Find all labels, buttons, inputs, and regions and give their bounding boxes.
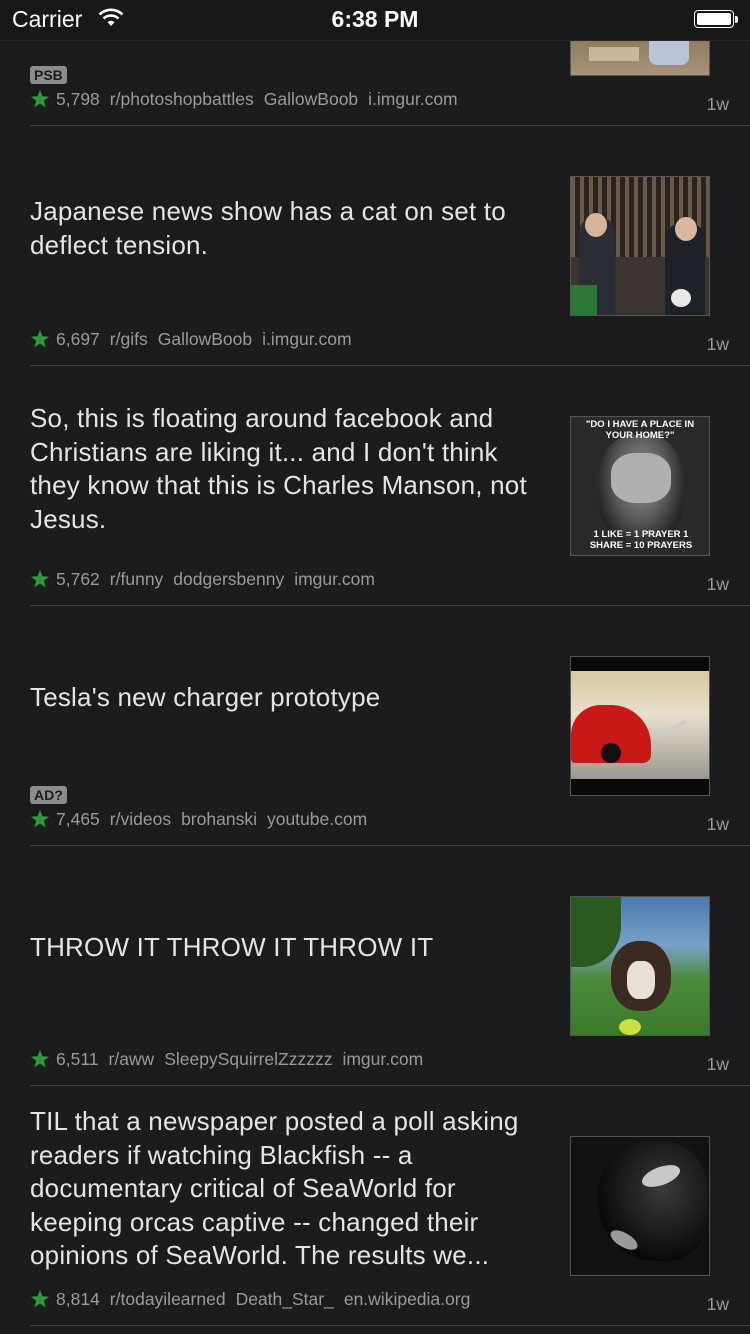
battery-icon <box>694 10 738 30</box>
post-item[interactable]: TIL that a newspaper posted a poll askin… <box>0 1086 750 1326</box>
post-domain: youtube.com <box>266 809 368 829</box>
post-thumbnail[interactable] <box>570 896 710 1036</box>
post-thumbnail[interactable] <box>570 176 710 316</box>
post-domain: imgur.com <box>294 569 375 589</box>
post-divider <box>30 1325 750 1326</box>
post-age: 1w <box>706 94 729 114</box>
post-author[interactable]: brohanski <box>181 809 257 829</box>
post-meta: 7,465 r/videos brohanski youtube.com <box>30 809 367 830</box>
post-meta: 6,697 r/gifs GallowBoob i.imgur.com <box>30 329 352 350</box>
post-title[interactable]: Japanese news show has a cat on set to d… <box>30 195 550 262</box>
post-subreddit[interactable]: r/funny <box>110 569 164 589</box>
post-title[interactable]: Tesla's new charger prototype <box>30 681 550 715</box>
post-flair: PSB <box>30 66 67 84</box>
post-author[interactable]: GallowBoob <box>158 329 252 349</box>
post-author[interactable]: GallowBoob <box>264 89 358 109</box>
post-thumbnail[interactable] <box>570 1136 710 1276</box>
post-author[interactable]: SleepySquirrelZzzzzz <box>164 1049 332 1069</box>
star-icon <box>31 1290 49 1308</box>
post-meta: 5,762 r/funny dodgersbenny imgur.com <box>30 569 375 590</box>
post-subreddit[interactable]: r/gifs <box>110 329 148 349</box>
star-icon <box>31 810 49 828</box>
post-meta: 6,511 r/aww SleepySquirrelZzzzzz imgur.com <box>30 1049 423 1070</box>
post-score: 6,697 <box>56 329 100 349</box>
thumbnail-caption-bottom: 1 LIKE = 1 PRAYER 1 SHARE = 10 PRAYERS <box>589 529 693 551</box>
post-author[interactable]: Death_Star_ <box>236 1289 334 1309</box>
post-item[interactable]: THROW IT THROW IT THROW IT 6,511 r/aww Sle… <box>0 846 750 1086</box>
post-score: 5,762 <box>56 569 100 589</box>
post-flair: AD? <box>30 786 67 804</box>
post-score: 7,465 <box>56 809 100 829</box>
post-author[interactable]: dodgersbenny <box>173 569 284 589</box>
post-item[interactable]: Tesla's new charger prototype AD? 7,465 r… <box>0 606 750 846</box>
thumbnail-caption-top: "DO I HAVE A PLACE IN YOUR HOME?" <box>585 419 695 441</box>
post-age: 1w <box>706 334 729 354</box>
post-score: 5,798 <box>56 89 100 109</box>
post-score: 8,814 <box>56 1289 100 1309</box>
status-bar: Carrier 6:38 PM <box>0 0 750 41</box>
post-subreddit[interactable]: r/videos <box>110 809 171 829</box>
post-age: 1w <box>706 1054 729 1074</box>
post-domain: imgur.com <box>342 1049 424 1069</box>
post-meta: 8,814 r/todayilearned Death_Star_ en.wikipe… <box>30 1289 470 1310</box>
post-subreddit[interactable]: r/aww <box>109 1049 155 1069</box>
post-subreddit[interactable]: r/todayilearned <box>110 1289 226 1309</box>
post-thumbnail[interactable]: "DO I HAVE A PLACE IN YOUR HOME?" 1 LIKE… <box>570 416 710 556</box>
post-thumbnail[interactable] <box>570 656 710 796</box>
post-meta: 5,798 r/photoshopbattles GallowBoob i.imgur… <box>30 89 458 110</box>
post-title[interactable]: So, this is floating around facebook and… <box>30 402 550 536</box>
post-score: 6,511 <box>56 1049 99 1069</box>
post-domain: en.wikipedia.org <box>343 1289 471 1309</box>
post-domain: i.imgur.com <box>368 89 458 109</box>
post-age: 1w <box>706 574 729 594</box>
post-subreddit[interactable]: r/photoshopbattles <box>110 89 254 109</box>
post-item[interactable]: Japanese news show has a cat on set to d… <box>0 126 750 366</box>
clock: 6:38 PM <box>331 6 419 32</box>
star-icon <box>31 90 49 108</box>
post-item[interactable]: So, this is floating around facebook and… <box>0 366 750 606</box>
star-icon <box>31 570 49 588</box>
post-domain: i.imgur.com <box>262 329 352 349</box>
post-title[interactable]: THROW IT THROW IT THROW IT <box>30 931 550 965</box>
post-age: 1w <box>706 814 729 834</box>
star-icon <box>31 1050 49 1068</box>
post-age: 1w <box>706 1294 729 1314</box>
star-icon <box>31 330 49 348</box>
post-title[interactable]: TIL that a newspaper posted a poll askin… <box>30 1105 550 1273</box>
